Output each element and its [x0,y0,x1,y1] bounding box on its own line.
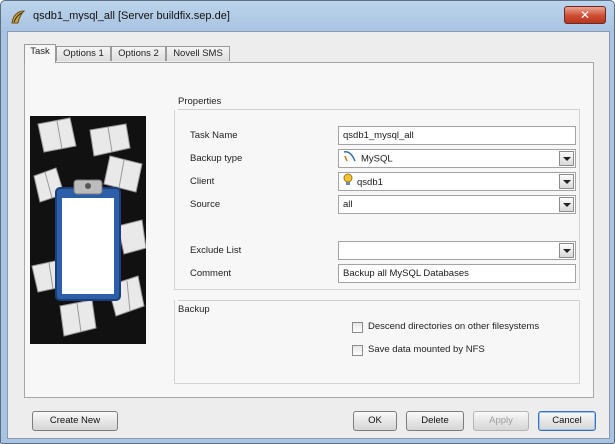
tab-options-1[interactable]: Options 1 [56,46,111,61]
tab-task[interactable]: Task [24,44,56,63]
dialog-window: qsdb1_mysql_all [Server buildfix.sep.de]… [0,0,615,444]
close-button[interactable]: ✕ [564,6,606,24]
properties-section-label: Properties [178,96,222,107]
source-value: all [343,199,353,210]
client-label: Client [190,176,215,187]
client-select[interactable]: qsdb1 [338,172,576,191]
client-bulb-icon [343,173,353,190]
dialog-body: Task Options 1 Options 2 Novell SMS Prop… [7,31,610,439]
tab-options-2[interactable]: Options 2 [111,46,166,61]
app-icon [11,10,26,24]
exclude-list-dropdown-button[interactable] [559,243,574,258]
comment-input[interactable]: Backup all MySQL Databases [338,264,576,283]
tab-novell-sms[interactable]: Novell SMS [166,46,230,61]
client-dropdown-button[interactable] [559,174,574,189]
window-title: qsdb1_mysql_all [Server buildfix.sep.de] [33,10,230,22]
title-bar[interactable]: qsdb1_mysql_all [Server buildfix.sep.de]… [1,1,614,31]
client-value: qsdb1 [357,177,383,189]
mysql-icon [343,150,357,167]
exclude-list-select[interactable] [338,241,576,260]
task-name-label: Task Name [190,130,238,141]
apply-button[interactable]: Apply [473,411,529,431]
backup-type-value: MySQL [361,153,393,165]
backup-group [174,300,580,384]
ok-button[interactable]: OK [353,411,397,431]
descend-directories-label[interactable]: Descend directories on other filesystems [368,321,539,332]
descend-directories-checkbox[interactable] [352,322,363,333]
save-nfs-label[interactable]: Save data mounted by NFS [368,344,485,355]
delete-button[interactable]: Delete [406,411,464,431]
backup-type-select[interactable]: MySQL [338,149,576,168]
source-select[interactable]: all [338,195,576,214]
save-nfs-checkbox[interactable] [352,345,363,356]
source-label: Source [190,199,221,210]
task-name-input[interactable]: qsdb1_mysql_all [338,126,576,145]
exclude-list-label: Exclude List [190,245,242,256]
backup-type-label: Backup type [190,153,243,164]
backup-type-dropdown-button[interactable] [559,151,574,166]
cancel-button[interactable]: Cancel [538,411,596,431]
comment-label: Comment [190,268,232,279]
create-new-button[interactable]: Create New [32,411,118,431]
clipboard-illustration [30,116,146,344]
source-dropdown-button[interactable] [559,197,574,212]
